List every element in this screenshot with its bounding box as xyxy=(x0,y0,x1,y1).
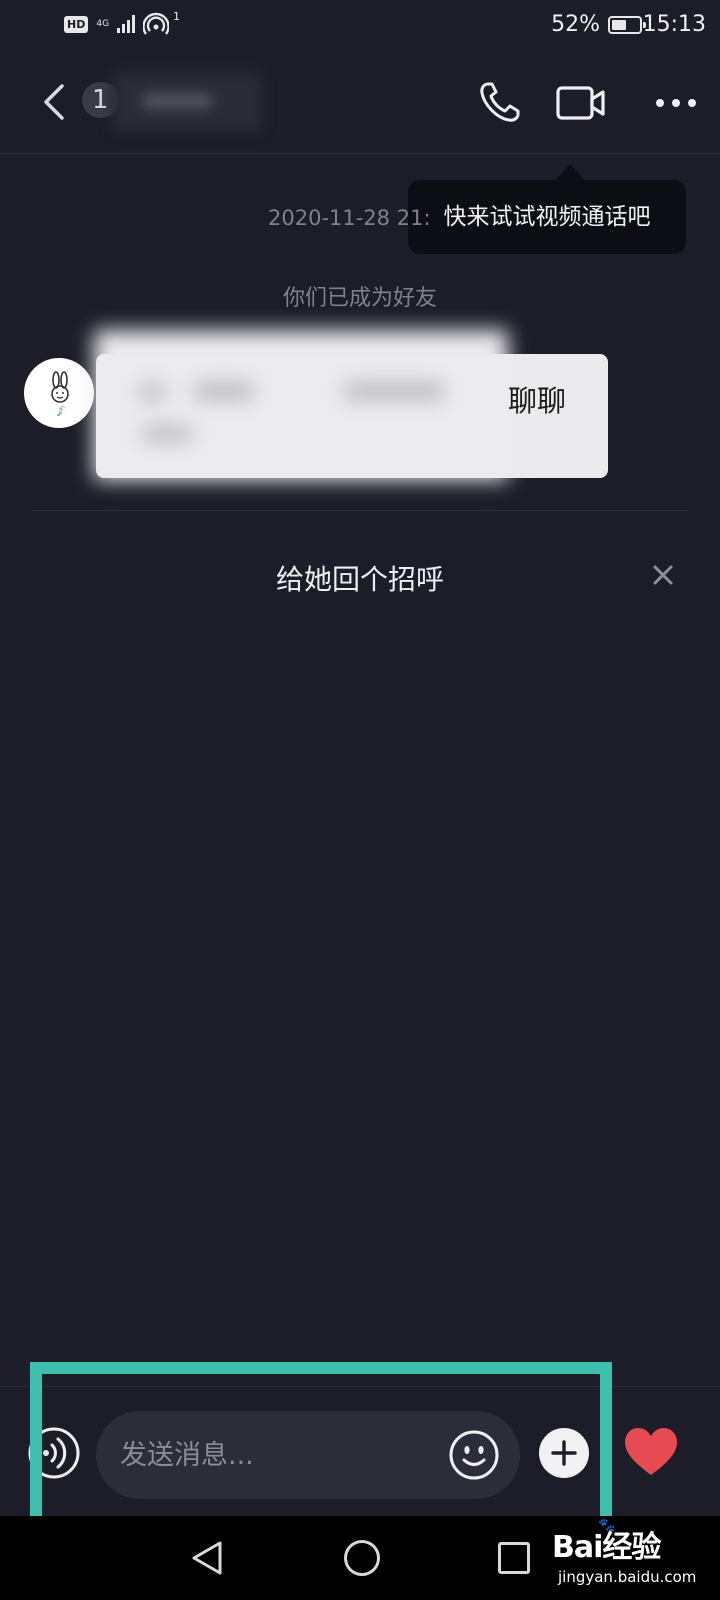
battery-icon xyxy=(608,15,646,34)
signal-icon xyxy=(117,15,136,33)
hd-badge: HD xyxy=(64,15,89,33)
baidu-watermark: 🐾 Bai经验 jingyan.baidu.com xyxy=(552,1518,720,1596)
nav-back-icon[interactable] xyxy=(190,1540,224,1576)
clock: 15:13 xyxy=(642,12,706,37)
phone-icon[interactable] xyxy=(476,80,522,126)
status-right: 52% 15:13 xyxy=(551,12,706,37)
message-timestamp: 2020-11-28 21: xyxy=(268,206,431,230)
svg-text:♪: ♪ xyxy=(58,403,66,417)
status-left: HD 4G 1 xyxy=(64,9,184,36)
nav-recent-icon[interactable] xyxy=(498,1542,530,1574)
video-camera-icon[interactable] xyxy=(556,82,606,124)
heart-icon[interactable] xyxy=(622,1425,680,1479)
more-icon[interactable] xyxy=(652,88,700,118)
battery-percent: 52% xyxy=(551,12,600,37)
hotspot-icon xyxy=(143,12,170,35)
avatar[interactable]: ♪ ♪ xyxy=(24,358,94,428)
watermark-logo: Bai经验 xyxy=(552,1530,661,1565)
system-message: 你们已成为好友 xyxy=(282,286,437,311)
nav-home-icon[interactable] xyxy=(344,1540,380,1576)
chevron-left-icon[interactable] xyxy=(36,80,76,124)
chat-header: 1 xyxy=(0,52,720,154)
message-text: 聊聊 xyxy=(508,384,567,418)
bunny-avatar-icon: ♪ ♪ xyxy=(51,371,69,419)
video-call-tooltip[interactable]: 快来试试视频通话吧 xyxy=(408,180,686,254)
watermark-url: jingyan.baidu.com xyxy=(558,1568,697,1586)
divider xyxy=(32,510,688,511)
close-icon[interactable] xyxy=(648,560,678,590)
status-bar: HD 4G 1 52% 15:13 xyxy=(0,0,720,52)
contact-name-redacted xyxy=(112,72,262,132)
hotspot-count: 1 xyxy=(173,9,181,23)
tooltip-arrow xyxy=(556,164,584,180)
network-type: 4G xyxy=(96,18,110,29)
greet-prompt[interactable]: 给她回个招呼 xyxy=(0,558,720,598)
message-text-redacted xyxy=(94,330,508,480)
